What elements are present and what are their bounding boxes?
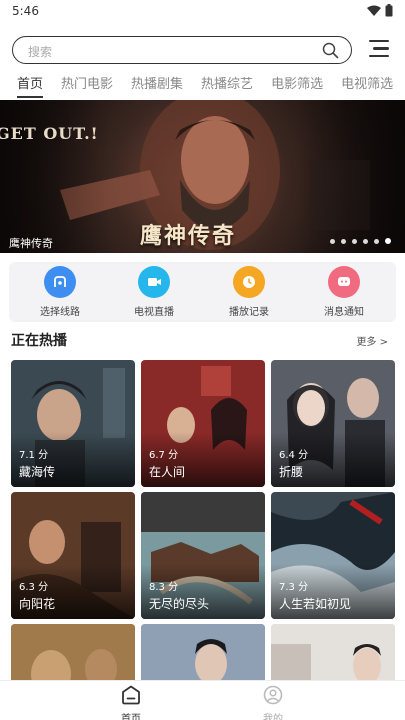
banner-caption: 鹰神传奇 [9,237,53,250]
tab-movie-filter[interactable]: 电影筛选 [271,74,323,98]
wifi-icon [367,5,381,16]
message-icon [328,266,360,298]
nav-profile-label: 我的 [263,714,283,720]
video-card[interactable]: 6.7 分 在人间 [141,360,265,487]
nav-profile[interactable]: 我的 [243,685,303,720]
nav-home-label: 首页 [121,714,141,720]
profile-icon [263,685,283,705]
quick-action-history[interactable]: 播放记录 [209,266,289,318]
video-card[interactable]: 7.1 分 藏海传 [11,360,135,487]
card-score: 8.3 分 [149,582,179,593]
carousel-dot[interactable] [330,238,335,244]
card-title: 藏海传 [19,465,56,479]
battery-icon [385,4,393,17]
tab-tv-filter[interactable]: 电视筛选 [341,74,393,98]
search-icon[interactable] [322,42,339,59]
video-card[interactable]: 6.3 分 向阳花 [11,492,135,619]
card-score: 7.1 分 [19,450,49,461]
status-icons [367,4,393,17]
search-input[interactable]: 搜索 [12,36,352,64]
video-card[interactable] [11,624,135,680]
tab-hot-movies[interactable]: 热门电影 [61,74,113,98]
tab-hot-series[interactable]: 热播剧集 [131,74,183,98]
video-card[interactable]: 7.3 分 人生若如初见 [271,492,395,619]
tab-hot-variety[interactable]: 热播综艺 [201,74,253,98]
card-score: 7.3 分 [279,582,309,593]
carousel-indicator [330,238,391,244]
category-tabs: 首页 热门电影 热播剧集 热播综艺 电影筛选 电视筛选 [0,74,405,98]
video-card[interactable]: 6.4 分 折腰 [271,360,395,487]
status-bar: 5:46 [0,0,405,24]
menu-icon[interactable] [369,40,391,60]
video-card[interactable] [141,624,265,680]
card-title: 人生若如初见 [279,597,352,611]
video-card[interactable]: 8.3 分 无尽的尽头 [141,492,265,619]
tv-live-icon [138,266,170,298]
card-title: 折腰 [279,465,304,479]
banner-logo: 鹰神传奇 [140,223,237,249]
banner-headline: GET OUT.! [0,124,99,143]
carousel-dot[interactable] [363,238,368,244]
card-title: 在人间 [149,465,186,479]
carousel-dot[interactable] [341,238,346,244]
section-title: 正在热播 [11,333,67,349]
poster-art [271,624,395,680]
card-score: 6.3 分 [19,582,49,593]
status-time: 5:46 [12,4,39,18]
quick-action-tv-live[interactable]: 电视直播 [114,266,194,318]
card-title: 无尽的尽头 [149,597,210,611]
bottom-nav: 首页 我的 [0,680,405,720]
search-placeholder: 搜索 [28,45,53,59]
more-link[interactable]: 更多 > [356,333,388,348]
poster-art [11,624,135,680]
tab-home[interactable]: 首页 [17,74,44,98]
route-icon [44,266,76,298]
quick-actions: 选择线路 电视直播 播放记录 消息通知 [9,262,396,322]
carousel-dot-active[interactable] [385,238,391,244]
history-icon [233,266,265,298]
banner-carousel[interactable]: GET OUT.! 鹰神传奇 鹰神传奇 [0,100,405,253]
video-grid: 7.1 分 藏海传 6.7 分 在人间 6.4 分 折腰 6.3 分 向阳花 8… [11,360,395,680]
card-score: 6.7 分 [149,450,179,461]
quick-action-route[interactable]: 选择线路 [20,266,100,318]
poster-art [141,624,265,680]
carousel-dot[interactable] [352,238,357,244]
card-title: 向阳花 [19,597,56,611]
card-score: 6.4 分 [279,450,309,461]
home-icon [122,685,140,705]
video-card[interactable] [271,624,395,680]
quick-action-messages[interactable]: 消息通知 [304,266,384,318]
nav-home[interactable]: 首页 [101,685,161,720]
carousel-dot[interactable] [374,238,379,244]
